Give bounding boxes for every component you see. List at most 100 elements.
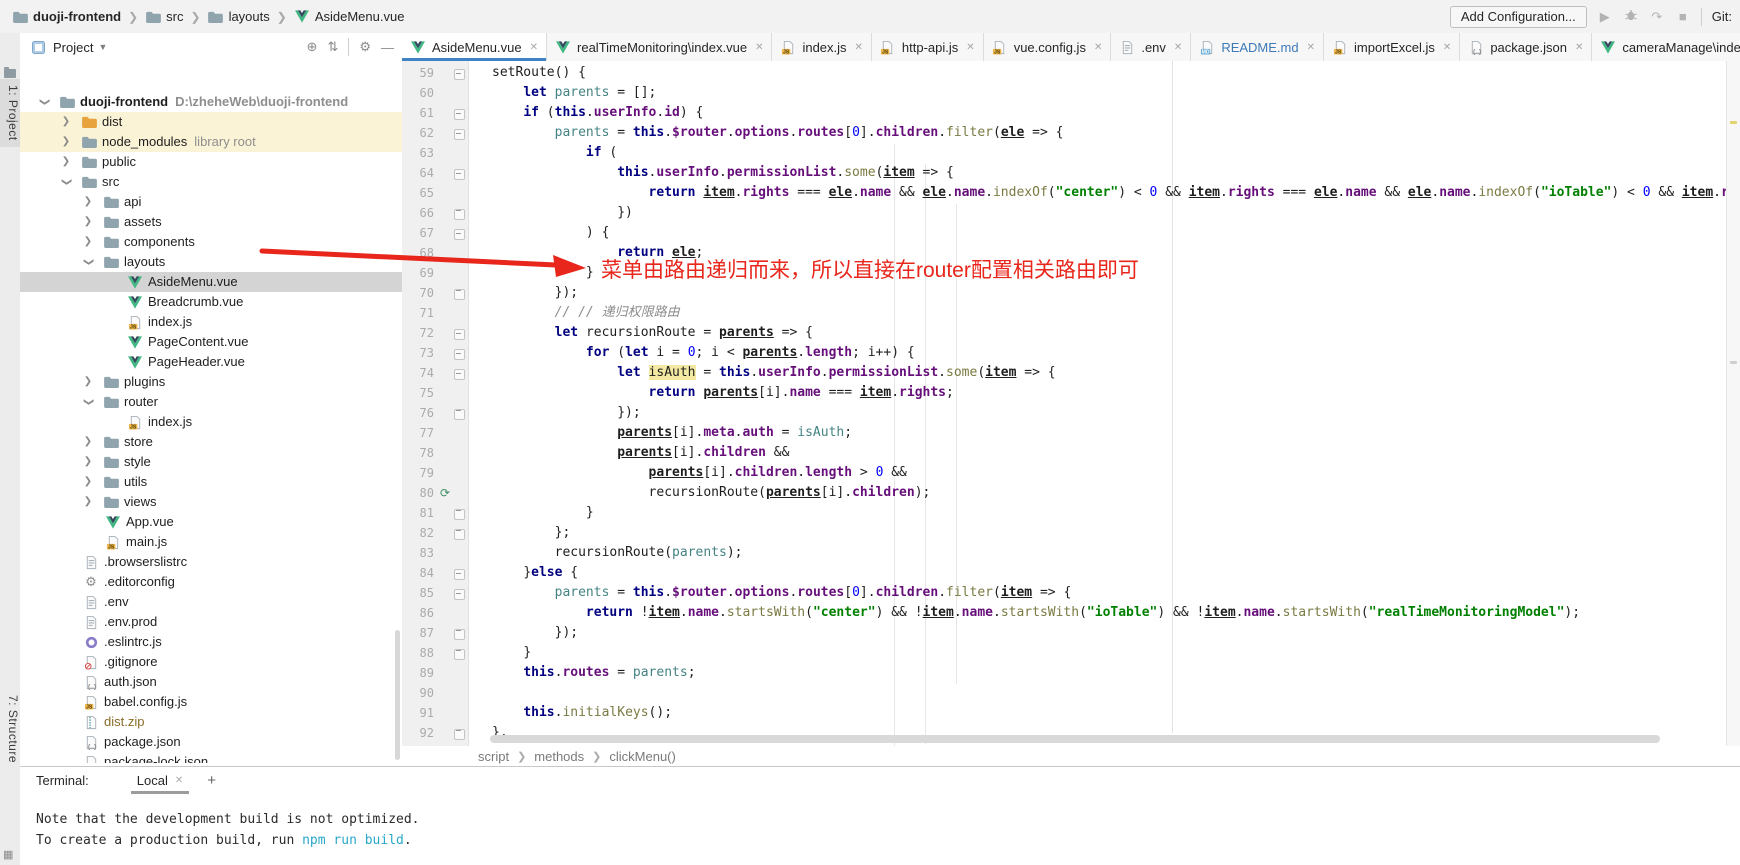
tool-tab-project[interactable]: 1: Project: [0, 79, 20, 147]
editor-tab[interactable]: MDREADME.md✕: [1191, 33, 1324, 61]
tree-item[interactable]: {..}package-lock.json: [20, 752, 402, 763]
chevron-expanded-icon[interactable]: ❯: [34, 96, 54, 108]
chevron-collapsed-icon[interactable]: ❯: [82, 452, 94, 472]
close-icon[interactable]: ✕: [175, 775, 183, 786]
git-label[interactable]: Git:: [1712, 9, 1732, 24]
line-number[interactable]: 71: [402, 303, 434, 323]
line-number[interactable]: 75: [402, 383, 434, 403]
project-tree-scrollbar[interactable]: [395, 630, 400, 760]
close-icon[interactable]: ✕: [966, 42, 974, 53]
code-line[interactable]: 81 }: [402, 503, 1740, 523]
code-line[interactable]: 67 ) {: [402, 223, 1740, 243]
fold-marker[interactable]: [454, 649, 465, 660]
code-line[interactable]: 74 let isAuth = this.userInfo.permission…: [402, 363, 1740, 383]
chevron-collapsed-icon[interactable]: ❯: [82, 472, 94, 492]
fold-marker[interactable]: [454, 509, 465, 520]
chevron-collapsed-icon[interactable]: ❯: [60, 152, 72, 172]
tree-item[interactable]: dist.zip: [20, 712, 402, 732]
editor-tab[interactable]: AsideMenu.vue✕: [402, 33, 547, 61]
editor-tab[interactable]: {..}package.json✕: [1460, 33, 1592, 61]
tree-item[interactable]: ❯plugins: [20, 372, 402, 392]
editor-tab[interactable]: JShttp-api.js✕: [872, 33, 984, 61]
line-number[interactable]: 62: [402, 123, 434, 143]
editor-tab[interactable]: cameraManage\index.vue✕: [1592, 33, 1740, 61]
editor-tab[interactable]: JSindex.js✕: [772, 33, 871, 61]
code-line[interactable]: 84 }else {: [402, 563, 1740, 583]
line-number[interactable]: 65: [402, 183, 434, 203]
code-line[interactable]: 76 });: [402, 403, 1740, 423]
tree-item[interactable]: ❯node_moduleslibrary root: [20, 132, 402, 152]
line-number[interactable]: 68: [402, 243, 434, 263]
tree-item[interactable]: ❯layouts: [20, 252, 402, 272]
code-line[interactable]: 59setRoute() {: [402, 63, 1740, 83]
breadcrumb-item[interactable]: duoji-frontend: [12, 9, 121, 25]
new-terminal-button[interactable]: +: [207, 772, 216, 789]
tree-item[interactable]: JSbabel.config.js: [20, 692, 402, 712]
settings-gear-icon[interactable]: ⚙: [359, 39, 371, 55]
tool-switcher-icon[interactable]: ▦: [3, 848, 13, 861]
tree-item[interactable]: ❯duoji-frontendD:\zheheWeb\duoji-fronten…: [20, 92, 402, 112]
recursive-call-icon[interactable]: ⟳: [438, 484, 452, 502]
line-number[interactable]: 90: [402, 683, 434, 703]
chevron-collapsed-icon[interactable]: ❯: [82, 432, 94, 452]
fold-marker[interactable]: [454, 169, 465, 180]
breadcrumb-item[interactable]: src: [145, 9, 183, 25]
tree-item[interactable]: AsideMenu.vue: [20, 272, 402, 292]
locate-file-icon[interactable]: ⊕: [307, 39, 318, 55]
code-line[interactable]: 62 parents = this.$router.options.routes…: [402, 123, 1740, 143]
line-number[interactable]: 64: [402, 163, 434, 183]
line-number[interactable]: 89: [402, 663, 434, 683]
coverage-icon[interactable]: ↷: [1649, 9, 1665, 25]
close-icon[interactable]: ✕: [530, 42, 538, 53]
line-number[interactable]: 86: [402, 603, 434, 623]
chevron-collapsed-icon[interactable]: ❯: [60, 132, 72, 152]
tree-item[interactable]: JSmain.js: [20, 532, 402, 552]
tree-item[interactable]: {..}auth.json: [20, 672, 402, 692]
tree-item[interactable]: PageContent.vue: [20, 332, 402, 352]
code-line[interactable]: 91 this.initialKeys();: [402, 703, 1740, 723]
code-line[interactable]: 89 this.routes = parents;: [402, 663, 1740, 683]
tree-item[interactable]: JSindex.js: [20, 312, 402, 332]
tree-item[interactable]: App.vue: [20, 512, 402, 532]
line-number[interactable]: 82: [402, 523, 434, 543]
fold-marker[interactable]: [454, 129, 465, 140]
line-number[interactable]: 88: [402, 643, 434, 663]
breadcrumb-item[interactable]: script: [478, 749, 509, 764]
run-icon[interactable]: ▶: [1597, 9, 1613, 25]
code-line[interactable]: 72 let recursionRoute = parents => {: [402, 323, 1740, 343]
editor-tab[interactable]: realTimeMonitoring\index.vue✕: [547, 33, 772, 61]
horizontal-scrollbar[interactable]: [490, 735, 1660, 743]
tree-item[interactable]: .gitignore: [20, 652, 402, 672]
line-number[interactable]: 85: [402, 583, 434, 603]
tree-item[interactable]: ❯public: [20, 152, 402, 172]
chevron-expanded-icon[interactable]: ❯: [78, 256, 98, 268]
code-line[interactable]: 86 return !item.name.startsWith("center"…: [402, 603, 1740, 623]
fold-marker[interactable]: [454, 229, 465, 240]
tree-item[interactable]: ❯store: [20, 432, 402, 452]
tree-item[interactable]: .env.prod: [20, 612, 402, 632]
tree-item[interactable]: JSindex.js: [20, 412, 402, 432]
close-icon[interactable]: ✕: [755, 42, 763, 53]
close-icon[interactable]: ✕: [1307, 42, 1315, 53]
line-number[interactable]: 67: [402, 223, 434, 243]
fold-marker[interactable]: [454, 289, 465, 300]
line-number[interactable]: 84: [402, 563, 434, 583]
code-line[interactable]: 63 if (: [402, 143, 1740, 163]
editor-tab[interactable]: .env✕: [1111, 33, 1191, 61]
tree-item[interactable]: .eslintrc.js: [20, 632, 402, 652]
terminal-output[interactable]: Note that the development build is not o…: [36, 809, 420, 851]
tree-item[interactable]: {..}package.json: [20, 732, 402, 752]
code-line[interactable]: 64 this.userInfo.permissionList.some(ite…: [402, 163, 1740, 183]
tree-item[interactable]: .browserslistrc: [20, 552, 402, 572]
fold-marker[interactable]: [454, 589, 465, 600]
code-line[interactable]: 77 parents[i].meta.auth = isAuth;: [402, 423, 1740, 443]
close-icon[interactable]: ✕: [1094, 42, 1102, 53]
tree-item[interactable]: ⚙.editorconfig: [20, 572, 402, 592]
line-number[interactable]: 70: [402, 283, 434, 303]
fold-marker[interactable]: [454, 629, 465, 640]
code-line[interactable]: 90: [402, 683, 1740, 703]
tree-item[interactable]: ❯utils: [20, 472, 402, 492]
code-editor[interactable]: 59setRoute() {60 let parents = [];61 if …: [402, 61, 1740, 746]
line-number[interactable]: 73: [402, 343, 434, 363]
line-number[interactable]: 76: [402, 403, 434, 423]
